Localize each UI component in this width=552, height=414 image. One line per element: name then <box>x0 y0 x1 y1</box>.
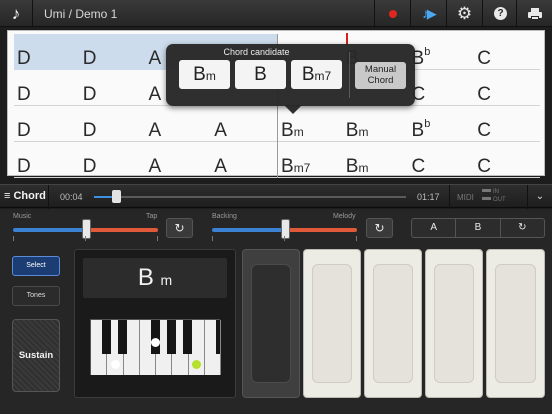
chord-pad-2[interactable] <box>303 249 361 398</box>
section-b-button[interactable]: B <box>456 219 501 237</box>
music-tap-slider-track-right[interactable] <box>85 228 158 232</box>
candidate-bm-button[interactable]: Bm <box>179 60 230 89</box>
section-a-button[interactable]: A <box>412 219 457 237</box>
chord-cell[interactable]: C <box>474 106 540 142</box>
chord-pad-1[interactable] <box>242 249 300 398</box>
chord-cell[interactable]: D <box>14 70 80 106</box>
chord-pad-3[interactable] <box>364 249 422 398</box>
chord-cell[interactable]: A <box>146 142 212 178</box>
music-tap-ticks <box>13 236 158 242</box>
record-icon <box>388 9 397 18</box>
chord-cell[interactable]: D <box>14 106 80 142</box>
backing-melody-slider-track[interactable] <box>212 228 285 232</box>
chord-pads <box>240 249 545 398</box>
backing-loop-button[interactable]: ↻ <box>366 218 393 238</box>
popup-title: Chord candidate <box>223 47 290 57</box>
note-marker-root <box>192 360 201 369</box>
top-bar: ♪ Umi / Demo 1 ♪▶ ⚙ ? <box>0 0 552 27</box>
chord-cell[interactable]: D <box>80 106 146 142</box>
play-button[interactable]: ♪▶ <box>410 0 446 27</box>
print-icon <box>527 7 542 20</box>
black-key <box>102 320 111 354</box>
select-button[interactable]: Select <box>12 256 60 276</box>
popup-divider <box>349 52 350 98</box>
note-marker <box>111 360 120 369</box>
repeat-button[interactable]: ↻ <box>501 219 544 237</box>
chord-cell[interactable]: Bm <box>343 142 409 178</box>
chord-cell[interactable]: C <box>409 142 475 178</box>
chord-row: D D A A Bm Bm Bb C <box>14 106 540 142</box>
song-title: Umi / Demo 1 <box>44 7 118 21</box>
collapse-button[interactable]: ⌄ <box>527 185 552 209</box>
settings-button[interactable]: ⚙ <box>446 0 482 27</box>
repeat-icon: ↻ <box>518 222 527 233</box>
chevron-down-icon: ⌄ <box>535 191 545 202</box>
help-button[interactable]: ? <box>482 0 518 27</box>
chord-pad-5[interactable] <box>486 249 545 398</box>
black-key <box>151 320 160 354</box>
chord-cell[interactable]: C <box>409 70 475 106</box>
time-elapsed: 00:04 <box>60 192 83 202</box>
chord-cell[interactable]: Bm7 <box>277 142 343 178</box>
chord-cell[interactable]: C <box>474 142 540 178</box>
manual-chord-button[interactable]: Manual Chord <box>355 62 406 89</box>
time-total: 01:17 <box>417 192 440 202</box>
help-icon: ? <box>494 7 507 20</box>
candidate-bm7-button[interactable]: Bm7 <box>291 60 342 89</box>
black-key <box>118 320 127 354</box>
music-tap-slider-track[interactable] <box>13 228 86 232</box>
seek-handle[interactable] <box>111 190 121 203</box>
chord-cell[interactable]: D <box>80 142 146 178</box>
candidate-b-button[interactable]: B <box>235 60 286 89</box>
chord-panel-header: ≡ Chord 00:04 01:17 MIDI IN OUT ⌄ <box>0 184 552 209</box>
midi-io-indicator[interactable]: IN OUT <box>482 188 516 204</box>
backing-melody-ticks <box>212 236 357 242</box>
seek-track[interactable] <box>94 196 406 198</box>
loop-icon: ↻ <box>374 221 385 235</box>
record-button[interactable] <box>374 0 410 27</box>
music-loop-button[interactable]: ↻ <box>166 218 193 238</box>
current-chord-name: B m <box>83 258 227 298</box>
loop-icon: ↻ <box>174 221 185 235</box>
chord-cell[interactable]: A <box>146 106 212 142</box>
music-label: Music <box>13 213 32 220</box>
chord-cell[interactable]: Bb <box>409 106 475 142</box>
chord-keyboard <box>90 319 221 375</box>
black-key <box>216 320 220 354</box>
backing-label: Backing <box>212 213 237 220</box>
chord-cell[interactable]: A <box>211 142 277 178</box>
sustain-button[interactable]: Sustain <box>12 319 60 392</box>
note-marker <box>151 338 160 347</box>
melody-label: Melody <box>333 213 356 220</box>
chord-cell[interactable]: Bm <box>343 106 409 142</box>
chord-cell[interactable]: D <box>14 142 80 178</box>
chord-cell[interactable]: D <box>14 34 80 70</box>
chord-cell[interactable]: D <box>80 70 146 106</box>
section-selector: A B ↻ <box>411 218 545 238</box>
black-key <box>167 320 176 354</box>
chord-row: D D A A Bm7 Bm C C <box>14 142 540 178</box>
chord-pad-4[interactable] <box>425 249 483 398</box>
play-icon: ♪▶ <box>422 5 436 21</box>
tap-label: Tap <box>146 213 158 220</box>
backing-melody-slider-track-right[interactable] <box>284 228 357 232</box>
print-button[interactable] <box>516 0 552 27</box>
chord-cell[interactable]: D <box>79 34 146 70</box>
chord-panel-title[interactable]: ≡ Chord <box>4 190 46 202</box>
midi-label: MIDI <box>457 193 474 202</box>
chord-cell[interactable]: Bb <box>409 34 475 70</box>
gear-icon: ⚙ <box>456 3 473 23</box>
menu-music-icon[interactable]: ♪ <box>0 0 33 27</box>
chord-cell[interactable]: A <box>211 106 277 142</box>
popup-pointer <box>284 105 302 114</box>
tones-button[interactable]: Tones <box>12 286 60 306</box>
chord-cell[interactable]: C <box>474 70 540 106</box>
chord-cell[interactable]: C <box>474 34 540 70</box>
chord-candidate-popup: Chord candidate Bm B Bm7 Manual Chord <box>166 44 415 106</box>
black-key <box>183 320 192 354</box>
